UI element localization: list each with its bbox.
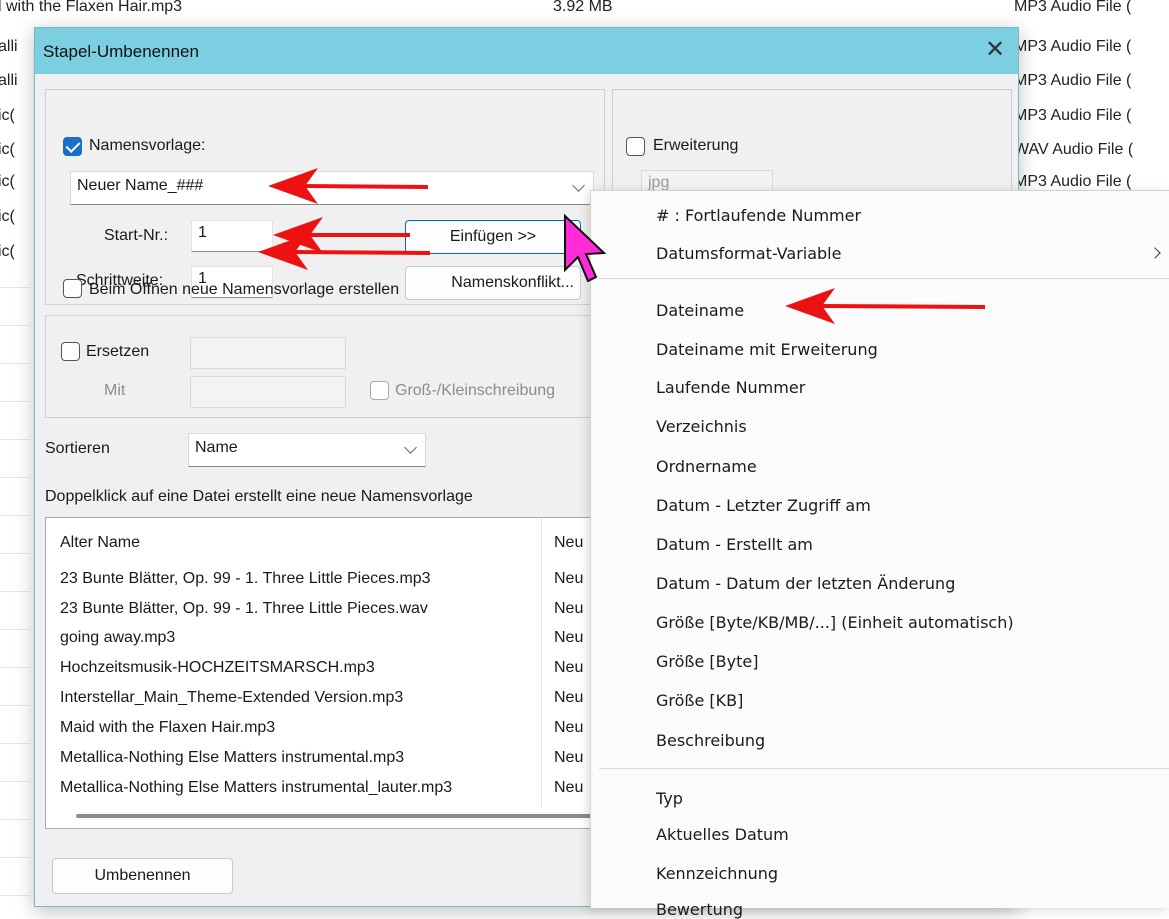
- old-name: going away.mp3: [60, 629, 176, 646]
- case-label: Groß-/Kleinschreibung: [395, 382, 556, 399]
- list-item[interactable]: Hochzeitsmusik-HOCHZEITSMARSCH.mp3 Neu: [46, 659, 604, 685]
- list-item[interactable]: Metallica-Nothing Else Matters instrumen…: [46, 779, 604, 805]
- menu-item-description[interactable]: Beschreibung: [656, 731, 765, 750]
- chevron-down-icon[interactable]: [572, 179, 585, 192]
- column-new-name[interactable]: Neu: [554, 534, 583, 552]
- old-name: 23 Bunte Blätter, Op. 99 - 1. Three Litt…: [60, 570, 431, 587]
- new-name: Neu: [554, 629, 584, 646]
- replace-checkbox[interactable]: [61, 342, 80, 361]
- old-name: 23 Bunte Blätter, Op. 99 - 1. Three Litt…: [60, 600, 428, 617]
- name-template-group: Namensvorlage: Neuer Name_### Start-Nr.:…: [45, 89, 605, 305]
- background-file-name: ic(: [0, 173, 15, 190]
- background-file-name: ic(: [0, 208, 15, 225]
- on-open-template-label: Beim Öffnen neue Namensvorlage erstellen: [89, 281, 400, 298]
- name-template-value: Neuer Name_###: [77, 177, 204, 194]
- new-name: Neu: [554, 779, 584, 796]
- list-header: Alter Name Neu: [46, 518, 604, 563]
- background-file-type: MP3 Audio File (: [1014, 72, 1132, 89]
- replace-label: Ersetzen: [86, 343, 150, 360]
- sort-label: Sortieren: [45, 440, 110, 457]
- new-name: Neu: [554, 600, 584, 617]
- list-item[interactable]: Maid with the Flaxen Hair.mp3 Neu: [46, 719, 604, 745]
- new-name: Neu: [554, 570, 584, 587]
- menu-item-size-kb[interactable]: Größe [KB]: [656, 691, 743, 710]
- background-file-name: ic(: [0, 141, 15, 158]
- dialog-titlebar[interactable]: Stapel-Umbenennen ✕: [35, 28, 1018, 74]
- old-name: Interstellar_Main_Theme-Extended Version…: [60, 689, 404, 706]
- sort-combo[interactable]: Name: [188, 433, 426, 467]
- sort-value: Name: [195, 439, 238, 456]
- background-file-type: MP3 Audio File (: [1014, 107, 1132, 124]
- column-old-name[interactable]: Alter Name: [60, 534, 140, 552]
- horizontal-scrollbar[interactable]: [76, 814, 596, 818]
- menu-item-current-date[interactable]: Aktuelles Datum: [656, 825, 789, 844]
- menu-item-size-auto[interactable]: Größe [Byte/KB/MB/...] (Einheit automati…: [656, 613, 1014, 632]
- menu-item-sequential-number[interactable]: # : Fortlaufende Nummer: [656, 206, 861, 225]
- replace-input[interactable]: [190, 337, 346, 369]
- file-list-view[interactable]: Alter Name Neu 23 Bunte Blätter, Op. 99 …: [45, 517, 605, 829]
- background-file-size: 3.92 MB: [553, 0, 613, 15]
- insert-button[interactable]: Einfügen >>: [405, 220, 581, 254]
- list-item[interactable]: 23 Bunte Blätter, Op. 99 - 1. Three Litt…: [46, 600, 604, 626]
- chevron-down-icon[interactable]: [404, 441, 417, 454]
- with-label: Mit: [104, 382, 126, 399]
- menu-separator: [599, 768, 1169, 769]
- background-file-name: alli: [0, 38, 18, 55]
- insert-context-menu: # : Fortlaufende Nummer Datumsformat-Var…: [590, 190, 1169, 919]
- menu-item-filename-with-extension[interactable]: Dateiname mit Erweiterung: [656, 340, 878, 359]
- old-name: Hochzeitsmusik-HOCHZEITSMARSCH.mp3: [60, 659, 375, 676]
- start-number-label: Start-Nr.:: [104, 227, 169, 244]
- old-name: Metallica-Nothing Else Matters instrumen…: [60, 779, 453, 796]
- menu-item-label[interactable]: Kennzeichnung: [656, 864, 778, 883]
- menu-item-running-number[interactable]: Laufende Nummer: [656, 378, 805, 397]
- double-click-hint: Doppelklick auf eine Datei erstellt eine…: [45, 488, 473, 505]
- new-name: Neu: [554, 659, 584, 676]
- new-name: Neu: [554, 749, 584, 766]
- menu-item-size-byte[interactable]: Größe [Byte]: [656, 652, 758, 671]
- menu-item-date-last-access[interactable]: Datum - Letzter Zugriff am: [656, 496, 871, 515]
- name-template-label: Namensvorlage:: [89, 137, 206, 154]
- new-name: Neu: [554, 719, 584, 736]
- list-item[interactable]: going away.mp3 Neu: [46, 629, 604, 655]
- chevron-right-icon: [1149, 247, 1161, 259]
- name-template-checkbox[interactable]: [63, 137, 82, 156]
- menu-item-date-created[interactable]: Datum - Erstellt am: [656, 535, 813, 554]
- menu-item-rating[interactable]: Bewertung: [656, 900, 743, 919]
- list-item[interactable]: Metallica-Nothing Else Matters instrumen…: [46, 749, 604, 775]
- list-item[interactable]: 23 Bunte Blätter, Op. 99 - 1. Three Litt…: [46, 570, 604, 596]
- menu-item-directory[interactable]: Verzeichnis: [656, 417, 747, 436]
- background-file-type: WAV Audio File (: [1014, 141, 1134, 158]
- menu-item-type[interactable]: Typ: [656, 789, 683, 808]
- old-name: Metallica-Nothing Else Matters instrumen…: [60, 749, 405, 766]
- start-number-input[interactable]: 1: [191, 220, 273, 252]
- background-file-name: alli: [0, 72, 18, 89]
- menu-item-filename[interactable]: Dateiname: [656, 301, 744, 320]
- background-file-name: l with the Flaxen Hair.mp3: [0, 0, 183, 15]
- dialog-title: Stapel-Umbenennen: [43, 42, 199, 61]
- extension-label: Erweiterung: [653, 137, 739, 154]
- menu-item-date-modified[interactable]: Datum - Datum der letzten Änderung: [656, 574, 955, 593]
- background-row[interactable]: l with the Flaxen Hair.mp3 3.92 MB MP3 A…: [0, 0, 1169, 25]
- menu-item-date-format-variable[interactable]: Datumsformat-Variable: [656, 244, 841, 263]
- background-file-name: ic(: [0, 107, 15, 124]
- with-input[interactable]: [190, 376, 346, 408]
- extension-checkbox[interactable]: [626, 137, 645, 156]
- list-item[interactable]: Interstellar_Main_Theme-Extended Version…: [46, 689, 604, 715]
- background-file-name: ic(: [0, 243, 15, 260]
- case-checkbox[interactable]: [370, 381, 389, 400]
- background-file-type: MP3 Audio File (: [1014, 173, 1132, 190]
- new-name: Neu: [554, 689, 584, 706]
- name-template-combo[interactable]: Neuer Name_###: [70, 171, 594, 205]
- rename-button[interactable]: Umbenennen: [52, 858, 233, 894]
- background-row-lines: [0, 250, 30, 910]
- background-file-type: MP3 Audio File (: [1014, 0, 1132, 15]
- menu-separator: [599, 278, 1169, 279]
- close-icon[interactable]: ✕: [981, 36, 1009, 64]
- menu-item-folder-name[interactable]: Ordnername: [656, 457, 757, 476]
- on-open-template-checkbox[interactable]: [63, 279, 82, 298]
- old-name: Maid with the Flaxen Hair.mp3: [60, 719, 276, 736]
- name-conflict-button[interactable]: Namenskonflikt...: [405, 266, 581, 300]
- replace-group: Ersetzen Mit Groß-/Kleinschreibung: [45, 315, 605, 418]
- background-file-type: MP3 Audio File (: [1014, 38, 1132, 55]
